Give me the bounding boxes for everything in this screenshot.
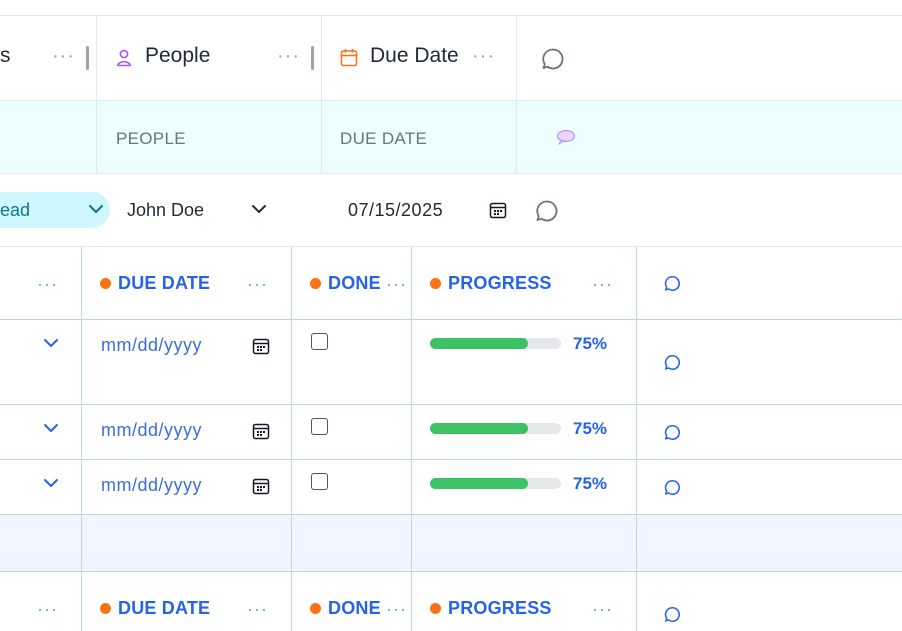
calendar-picker-icon[interactable] <box>252 337 270 355</box>
status-dot <box>310 278 321 289</box>
chevron-down-icon[interactable] <box>43 336 59 350</box>
done-checkbox[interactable] <box>311 418 328 435</box>
subtable-done-header: DONE <box>328 273 381 293</box>
subtable-row-divider <box>0 319 902 320</box>
status-dot <box>430 278 441 289</box>
subtable-row-divider <box>0 459 902 460</box>
comment-icon[interactable] <box>664 606 681 623</box>
progress-fill <box>430 478 529 489</box>
progress-bar <box>430 478 561 489</box>
chevron-down-icon[interactable] <box>43 421 59 435</box>
subtable-column-menu-button[interactable]: ··· <box>247 600 268 618</box>
subtable-column-divider <box>81 247 82 631</box>
people-column-title: People <box>145 44 211 67</box>
subtable-progress-header: PROGRESS <box>448 598 552 618</box>
progress-fill <box>430 338 529 349</box>
subtable-due-date-header: DUE DATE <box>118 273 211 293</box>
progress-bar <box>430 338 561 349</box>
subtable-column-divider <box>411 247 412 631</box>
subtable-column-divider <box>636 247 637 631</box>
date-input[interactable]: mm/dd/yyyy <box>101 335 202 356</box>
calendar-icon <box>340 48 358 67</box>
calendar-picker-icon[interactable] <box>252 477 270 495</box>
subtable-column-menu-button[interactable]: ··· <box>37 600 58 618</box>
done-checkbox[interactable] <box>311 333 328 350</box>
progress-percent: 75% <box>573 419 608 438</box>
people-column-menu-button[interactable]: ··· <box>277 46 300 66</box>
due-date-column-menu-button[interactable]: ··· <box>472 46 495 66</box>
chevron-down-icon[interactable] <box>251 202 267 216</box>
status-dot <box>100 278 111 289</box>
subtable-column-menu-button[interactable]: ··· <box>247 275 268 293</box>
comment-icon[interactable] <box>664 479 681 496</box>
status-dot <box>100 603 111 614</box>
chevron-down-icon[interactable] <box>88 202 104 216</box>
due-date-input[interactable]: 07/15/2025 <box>348 200 443 221</box>
subtable-column-menu-button[interactable]: ··· <box>37 275 58 293</box>
due-date-column-title: Due Date <box>370 44 459 67</box>
subtable-row-divider <box>0 404 902 405</box>
comment-icon[interactable] <box>664 354 681 371</box>
subtable-column-divider <box>291 247 292 631</box>
status-column-menu-button[interactable]: ··· <box>52 46 75 66</box>
subtable-add-row[interactable] <box>0 515 902 572</box>
comment-icon[interactable] <box>535 199 559 223</box>
due-date-subheader-label: DUE DATE <box>340 129 428 148</box>
people-select-value[interactable]: John Doe <box>127 200 204 221</box>
progress-bar <box>430 423 561 434</box>
done-checkbox[interactable] <box>311 473 328 490</box>
progress-percent: 75% <box>573 474 608 493</box>
subtable-column-menu-button[interactable]: ··· <box>592 600 613 618</box>
calendar-picker-icon[interactable] <box>489 201 507 219</box>
progress-fill <box>430 423 529 434</box>
progress-percent: 75% <box>573 334 608 353</box>
status-column-resize-handle[interactable] <box>86 46 89 70</box>
status-value: ead <box>0 200 31 220</box>
subtable-progress-header: PROGRESS <box>448 273 552 293</box>
comment-icon[interactable] <box>664 424 681 441</box>
subtable-column-menu-button[interactable]: ··· <box>592 275 613 293</box>
subtable-column-menu-button[interactable]: ··· <box>386 600 407 618</box>
subtable-row-divider <box>0 571 902 572</box>
status-column-title: s <box>0 44 11 67</box>
person-icon <box>116 49 132 67</box>
people-subheader-label: PEOPLE <box>116 129 186 148</box>
date-input[interactable]: mm/dd/yyyy <box>101 420 202 441</box>
comment-icon[interactable] <box>541 47 565 71</box>
subtable-column-menu-button[interactable]: ··· <box>386 275 407 293</box>
subtable-due-date-header: DUE DATE <box>118 598 211 618</box>
status-dot <box>310 603 321 614</box>
comment-icon[interactable] <box>664 275 681 292</box>
subtable-done-header: DONE <box>328 598 381 618</box>
status-dot <box>430 603 441 614</box>
calendar-picker-icon[interactable] <box>252 422 270 440</box>
date-input[interactable]: mm/dd/yyyy <box>101 475 202 496</box>
column-divider <box>96 101 97 174</box>
speech-balloon-icon <box>556 129 576 146</box>
chevron-down-icon[interactable] <box>43 476 59 490</box>
people-column-resize-handle[interactable] <box>311 46 314 70</box>
